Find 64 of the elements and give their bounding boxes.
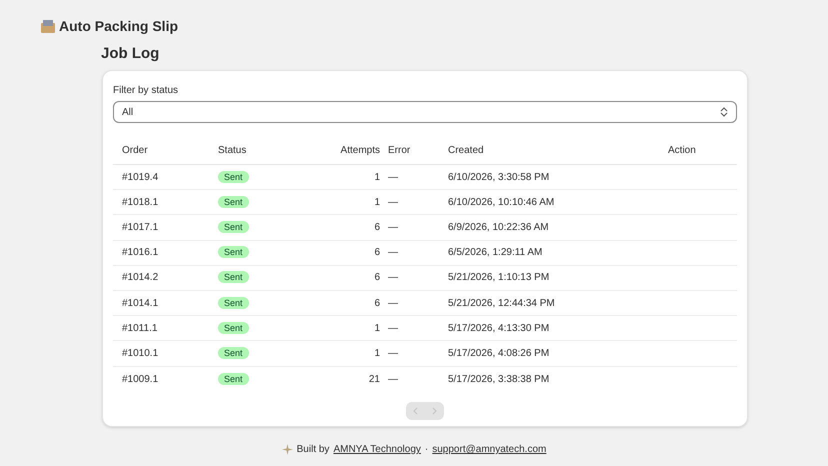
table-cell: 21 (368, 374, 380, 385)
table-cell: 6/10/2026, 10:10:46 AM (448, 196, 554, 208)
package-icon (41, 20, 55, 32)
status-badge: Sent (218, 170, 249, 183)
table-cell: — (388, 272, 398, 284)
table-cell: — (388, 348, 398, 359)
table-cell: 6 (374, 247, 380, 258)
column-header: Order (122, 145, 148, 156)
status-badge: Sent (218, 372, 249, 385)
email-link[interactable]: support@amnyatech.com (432, 442, 546, 457)
status-badge: Sent (218, 346, 249, 359)
table-cell: 5/17/2026, 4:13:30 PM (448, 322, 550, 334)
app-title: Auto Packing Slip (59, 16, 178, 36)
table-cell: 5/17/2026, 4:08:26 PM (448, 348, 550, 359)
chevron-updown-icon (720, 107, 728, 117)
table-cell: #1017.1 (122, 222, 158, 233)
status-badge: Sent (218, 220, 249, 233)
chevron-left-icon (413, 406, 418, 415)
table-cell: 6/5/2026, 1:29:11 AM (448, 247, 542, 258)
table-cell: 6 (374, 272, 380, 284)
table-cell: — (388, 298, 398, 309)
table-cell: — (388, 247, 398, 258)
table-cell: — (388, 374, 398, 385)
table-cell: 6 (374, 298, 380, 309)
table-cell: 5/21/2026, 1:10:13 PM (448, 272, 550, 284)
status-badge: Sent (218, 271, 249, 284)
table-cell: #1009.1 (122, 374, 158, 385)
table-cell: 1 (374, 348, 380, 359)
column-header: Attempts (340, 145, 380, 156)
sparkle-icon (282, 444, 293, 455)
table-cell: — (388, 196, 398, 208)
table-cell: #1014.1 (122, 298, 158, 309)
table-cell: 6/10/2026, 3:30:58 PM (448, 172, 550, 183)
table-cell: 1 (374, 196, 380, 208)
table-cell: #1011.1 (122, 322, 158, 334)
status-badge: Sent (218, 246, 249, 258)
table-cell: — (388, 172, 398, 183)
table-cell: 5/21/2026, 12:44:34 PM (448, 298, 555, 309)
chevron-right-icon (432, 406, 437, 415)
status-badge: Sent (218, 196, 249, 208)
table-cell: #1016.1 (122, 247, 158, 258)
company-link[interactable]: AMNYA Technology (333, 442, 421, 457)
footer-text: Built by (296, 443, 330, 457)
table-cell: #1010.1 (122, 348, 158, 359)
separator: · (424, 443, 428, 457)
table-cell: 1 (374, 172, 380, 183)
status-badge: Sent (218, 322, 249, 334)
table-cell: #1014.2 (122, 272, 158, 284)
status-badge: Sent (218, 296, 249, 309)
column-header: Action (668, 145, 696, 156)
table-cell: 1 (374, 322, 380, 334)
table-cell: 5/17/2026, 3:38:38 PM (448, 374, 550, 385)
table-cell: — (388, 322, 398, 334)
filter-label: Filter by status (113, 84, 180, 98)
column-header: Created (448, 145, 484, 156)
column-header: Error (388, 145, 410, 156)
page-title: Job Log (101, 45, 160, 62)
table-cell: #1019.4 (122, 172, 158, 183)
status-select[interactable]: All (113, 101, 737, 123)
table-cell: 6 (374, 222, 380, 233)
column-header: Status (218, 145, 246, 156)
table-cell: — (388, 222, 398, 233)
table-cell: #1018.1 (122, 196, 158, 208)
table-cell: 6/9/2026, 10:22:36 AM (448, 222, 549, 233)
